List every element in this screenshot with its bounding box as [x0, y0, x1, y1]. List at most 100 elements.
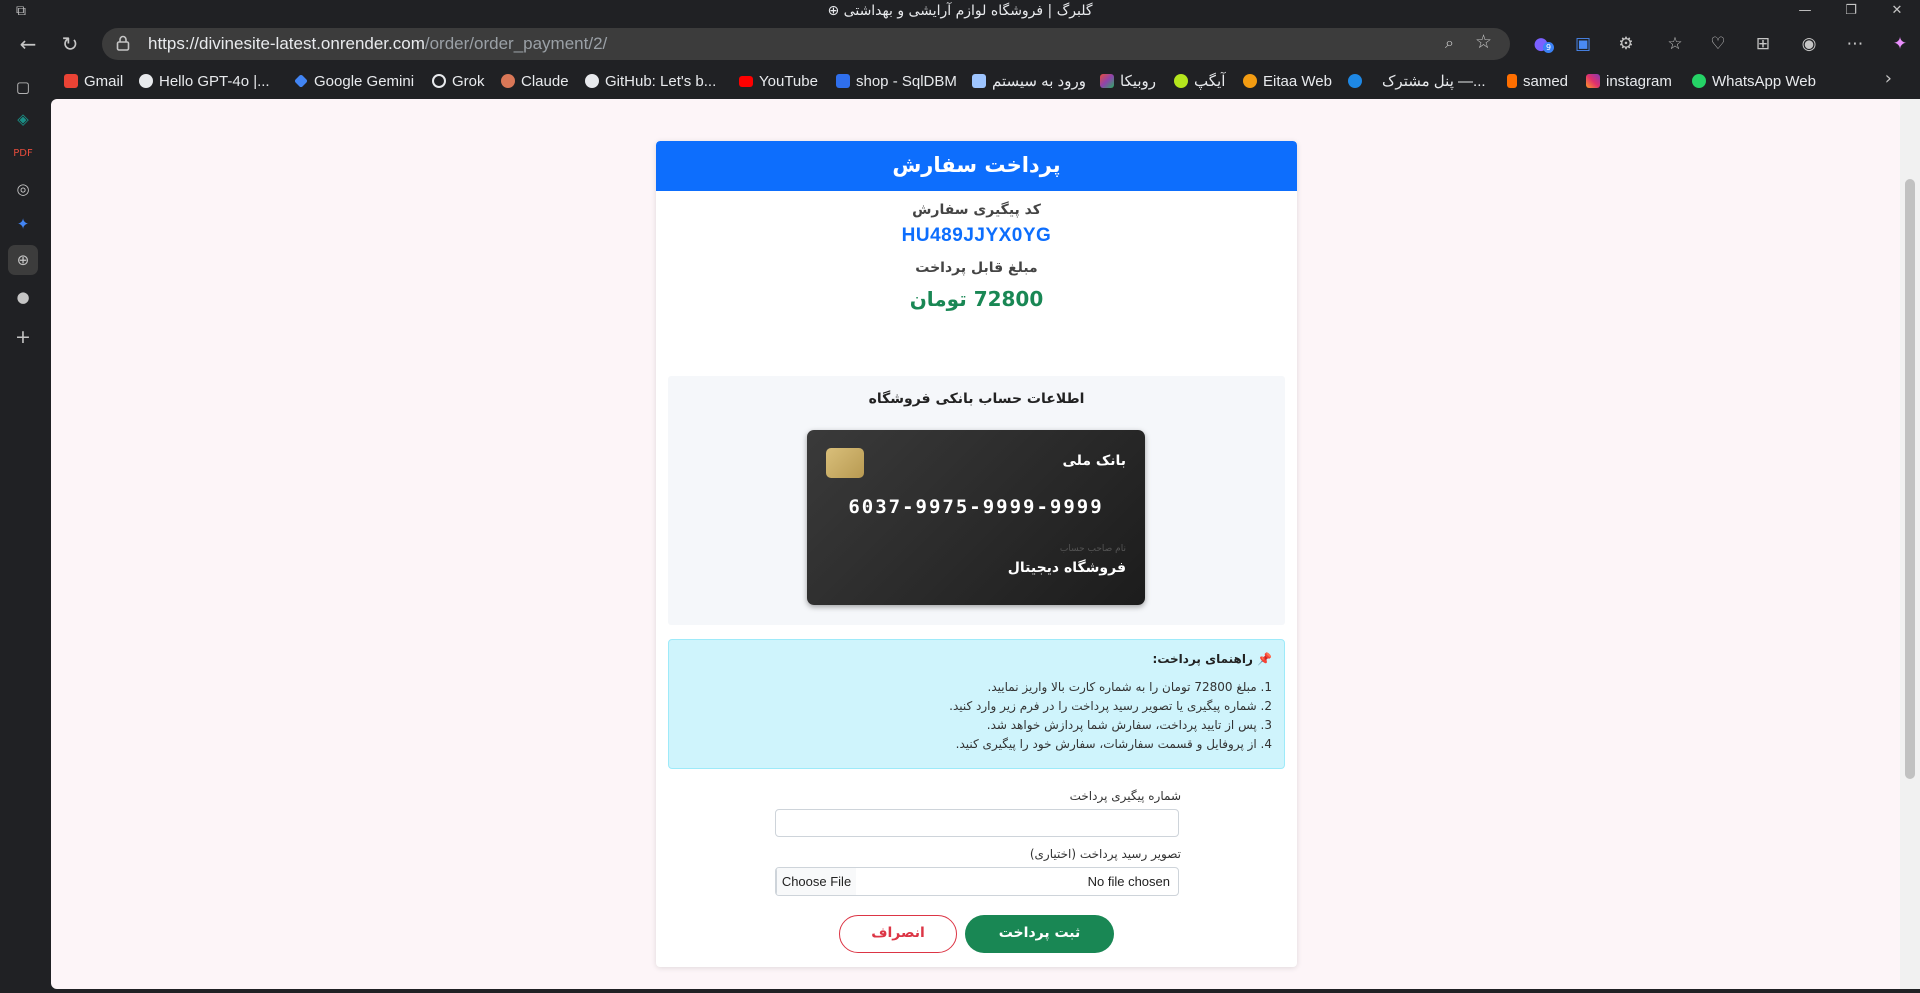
samed-icon [1507, 74, 1517, 88]
receipt-file-input[interactable]: Choose File No file chosen [775, 867, 1179, 896]
card-holder-label: نام صاحب حساب [1059, 544, 1126, 554]
extension-badge: 9 [1543, 42, 1555, 53]
close-icon[interactable]: ✕ [1874, 0, 1920, 24]
bookmark-grok[interactable]: Grok [432, 68, 485, 94]
address-bar[interactable]: https://divinesite-latest.onrender.com/o… [102, 28, 1510, 60]
copilot-extension-icon[interactable]: ● 9 [1529, 32, 1555, 56]
collections-icon[interactable]: ⊞ [1751, 32, 1775, 56]
bookmark-label: samed [1523, 72, 1569, 90]
payment-guide: 📌 راهنمای پرداخت: 1. مبلغ 72800 تومان را… [668, 639, 1285, 769]
bookmark-gemini[interactable]: Google Gemini [294, 68, 414, 94]
choose-file-button[interactable]: Choose File [776, 868, 856, 895]
bookmark-youtube[interactable]: YouTube [739, 68, 818, 94]
bookmark-label: WhatsApp Web [1712, 72, 1816, 90]
web-tab-icon[interactable]: ⊕ [8, 245, 38, 275]
bookmarks-bar: Gmail Hello GPT-4o |... Google Gemini Gr… [50, 68, 1880, 94]
add-tab-icon[interactable]: + [12, 326, 34, 348]
page-viewport: پرداخت سفارش کد پیگیری سفارش HU489JJYX0Y… [51, 99, 1900, 989]
bookmark-panel[interactable]: پنل مشترک —... [1348, 68, 1486, 94]
bookmark-samed[interactable]: samed [1507, 68, 1568, 94]
bank-info-title: اطلاعات حساب بانکی فروشگاه [868, 391, 1085, 407]
back-icon[interactable]: ← [16, 32, 40, 56]
instagram-icon [1586, 74, 1600, 88]
tab-list-icon[interactable]: ▢ [12, 76, 34, 98]
openai-icon [139, 74, 153, 88]
youtube-icon [739, 75, 753, 87]
bookmark-label: YouTube [759, 72, 818, 90]
bookmark-eitaa[interactable]: Eitaa Web [1243, 68, 1332, 94]
bookmark-label: پنل مشترک —... [1382, 73, 1486, 90]
eitaa-icon [1243, 74, 1257, 88]
submit-payment-button[interactable]: ثبت پرداخت [965, 915, 1114, 953]
card-holder-name: فروشگاه دیجیتال [1007, 560, 1126, 576]
bookmark-label: instagram [1606, 72, 1672, 90]
edge-sidebar: ▢ ◈ PDF ◎ ✦ ⊕ ● + [0, 64, 46, 993]
bookmark-claude[interactable]: Claude [501, 68, 569, 94]
scrollbar-thumb[interactable] [1905, 179, 1915, 779]
window-title-text: گلبرگ | فروشگاه لوازم آرایشی و بهداشتی [843, 3, 1093, 19]
reload-icon[interactable]: ↻ [58, 32, 82, 56]
bookmark-whatsapp[interactable]: WhatsApp Web [1692, 68, 1816, 94]
bank-name: بانک ملی [1062, 453, 1126, 469]
guide-step: 1. مبلغ 72800 تومان را به شماره کارت بال… [987, 680, 1272, 694]
openai-tab-icon[interactable]: ◎ [12, 178, 34, 200]
tracking-code-label: کد پیگیری سفارش [912, 202, 1041, 218]
bookmark-sqldbm[interactable]: shop - SqlDBM [836, 68, 957, 94]
payment-tracking-input[interactable] [775, 809, 1179, 837]
grok-icon [432, 74, 446, 88]
guide-steps: 1. مبلغ 72800 تومان را به شماره کارت بال… [949, 678, 1272, 754]
bookmark-star-icon[interactable]: ☆ [1475, 31, 1492, 53]
navigation-bar: ← ↻ https://divinesite-latest.onrender.c… [0, 24, 1920, 64]
extensions-icon[interactable]: ⚙ [1614, 32, 1638, 56]
whatsapp-icon [1692, 74, 1706, 88]
bookmark-gpt[interactable]: Hello GPT-4o |... [139, 68, 270, 94]
bookmark-gmail[interactable]: Gmail [64, 68, 123, 94]
amount-label: مبلغ قابل پرداخت [915, 260, 1038, 276]
guide-step: 4. از پروفایل و قسمت سفارشات، سفارش خود … [955, 737, 1272, 751]
gemini-tab-icon[interactable]: ✦ [12, 213, 34, 235]
globe-icon: ⊕ [827, 3, 840, 19]
bookmark-label: روبیکا [1120, 73, 1157, 90]
edge-icon [1348, 74, 1362, 88]
bookmark-label: Hello GPT-4o |... [159, 72, 270, 90]
igap-icon [1174, 74, 1188, 88]
restore-icon[interactable]: ❐ [1828, 0, 1874, 24]
url-host: https://divinesite-latest.onrender.com [148, 34, 425, 53]
page-scrollbar[interactable] [1900, 99, 1920, 989]
bookmark-label: Gmail [84, 72, 124, 90]
bookmark-github[interactable]: GitHub: Let's b... [585, 68, 716, 94]
page-title: پرداخت سفارش [656, 141, 1297, 191]
zoom-icon[interactable]: ⌕ [1445, 33, 1454, 53]
gmail-icon [64, 74, 78, 88]
profile-avatar-icon[interactable]: ◉ [1797, 32, 1821, 56]
bookmark-igap[interactable]: آیگپ [1174, 68, 1225, 94]
url-text: https://divinesite-latest.onrender.com/o… [148, 34, 607, 54]
bookmark-label: Google Gemini [314, 72, 415, 90]
bookmarks-overflow-icon[interactable]: › [1885, 68, 1892, 89]
amount-value: 72800 تومان [909, 287, 1044, 311]
menu-icon[interactable]: ⋯ [1843, 32, 1867, 56]
url-path: /order/order_payment/2/ [424, 34, 608, 53]
pdf-tab-icon[interactable]: PDF [12, 143, 34, 165]
payment-card: پرداخت سفارش کد پیگیری سفارش HU489JJYX0Y… [656, 141, 1297, 967]
receipt-image-label: تصویر رسید پرداخت (اختیاری) [1029, 847, 1181, 861]
bookmark-rubika[interactable]: روبیکا [1100, 68, 1156, 94]
cancel-button[interactable]: انصراف [839, 915, 957, 953]
window-title: گلبرگ | فروشگاه لوازم آرایشی و بهداشتی ⊕ [0, 3, 1920, 19]
performance-icon[interactable]: ♡ [1706, 32, 1730, 56]
file-status: No file chosen [1087, 874, 1170, 889]
bookmark-instagram[interactable]: instagram [1586, 68, 1672, 94]
card-chip-icon [826, 448, 864, 478]
bookmark-label: GitHub: Let's b... [605, 72, 717, 90]
github-tab-icon[interactable]: ● [12, 286, 34, 308]
lock-icon [116, 35, 130, 51]
card-number: 6037-9975-9999-9999 [848, 496, 1104, 518]
login-icon [972, 74, 986, 88]
copilot-icon[interactable]: ✦ [1888, 32, 1912, 56]
favorites-icon[interactable]: ☆ [1663, 32, 1687, 56]
bookmark-login[interactable]: ورود به سیستم [972, 68, 1086, 94]
translate-icon[interactable]: ▣ [1571, 32, 1595, 56]
window-controls: — ❐ ✕ [1782, 0, 1920, 24]
app-tab-icon[interactable]: ◈ [12, 108, 34, 130]
minimize-icon[interactable]: — [1782, 0, 1828, 24]
